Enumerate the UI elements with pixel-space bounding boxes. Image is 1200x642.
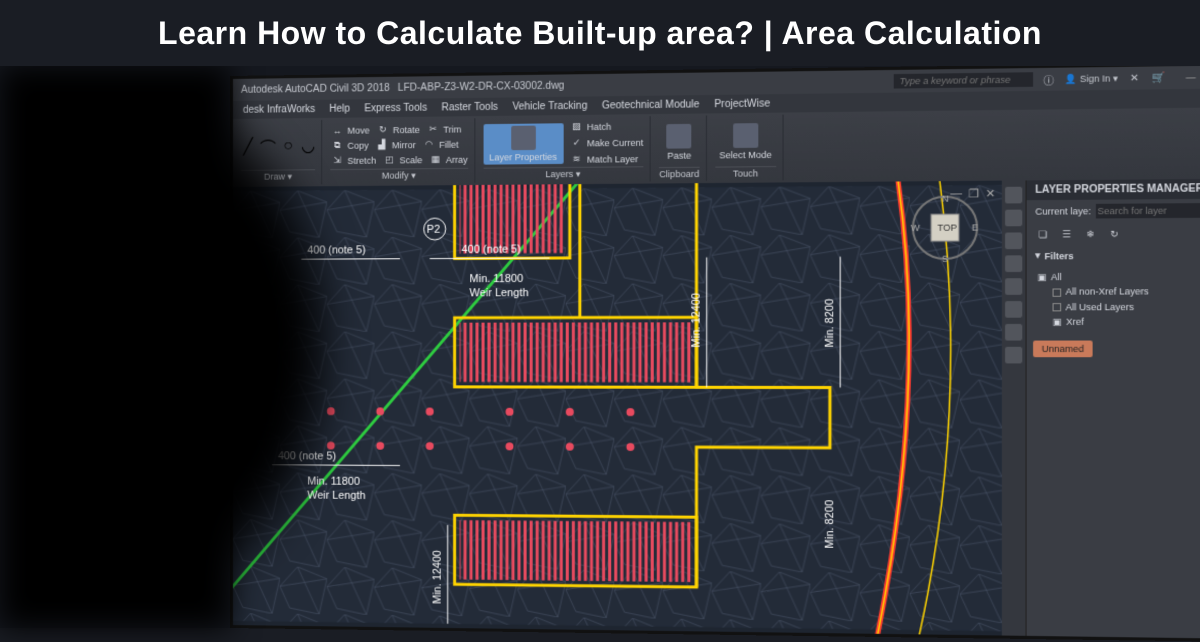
hatch-icon: ▨ xyxy=(569,119,583,133)
tree-node-non-xref[interactable]: All non-Xref Layers xyxy=(1037,284,1200,300)
svg-text:Min. 12400: Min. 12400 xyxy=(432,550,444,604)
cart-icon[interactable]: 🛒 xyxy=(1151,70,1166,85)
tool-rotate[interactable]: ↻Rotate xyxy=(376,122,420,137)
match-layer-icon: ≋ xyxy=(569,152,583,166)
tree-node-xref[interactable]: ▣ Xref xyxy=(1037,314,1200,329)
select-mode-button[interactable]: Select Mode xyxy=(715,121,776,163)
palette-tool-3[interactable] xyxy=(1005,232,1022,249)
ribbon-group-clipboard: Paste Clipboard xyxy=(653,116,707,182)
paste-icon xyxy=(667,124,692,149)
menu-raster-tools[interactable]: Raster Tools xyxy=(441,101,498,113)
group-label-clipboard: Clipboard xyxy=(659,167,699,180)
svg-text:Weir Length: Weir Length xyxy=(470,287,529,299)
drawing-svg: P2 400 (note 5) 400 (note 5) 400 (note 5… xyxy=(233,181,1002,636)
svg-text:N: N xyxy=(942,193,949,203)
mirror-icon: ▟ xyxy=(375,138,389,152)
signin-button[interactable]: 👤 Sign In ▾ xyxy=(1065,73,1118,85)
person-silhouette xyxy=(0,66,340,628)
drawing-canvas[interactable]: — ❐ ✕ xyxy=(233,181,1002,636)
make-current-icon: ✓ xyxy=(569,136,583,150)
palette-tool-8[interactable] xyxy=(1005,347,1022,364)
layer-states-icon[interactable]: ☰ xyxy=(1059,227,1074,242)
current-layer-label: Current laye: xyxy=(1035,206,1091,217)
layer-search-input[interactable] xyxy=(1095,203,1200,219)
layer-properties-button[interactable]: Layer Properties xyxy=(483,123,563,164)
group-label-modify[interactable]: Modify ▾ xyxy=(330,168,468,182)
trim-icon: ✂ xyxy=(426,122,440,136)
overlay-title-text: Learn How to Calculate Built-up area? | … xyxy=(158,15,1042,52)
palette-tool-5[interactable] xyxy=(1005,278,1022,295)
app-document: LFD-ABP-Z3-W2-DR-CX-03002.dwg xyxy=(398,80,565,93)
workspace: — ❐ ✕ xyxy=(233,179,1200,639)
array-icon: ▦ xyxy=(429,152,443,166)
palette-tool-1[interactable] xyxy=(1005,187,1022,204)
paste-button[interactable]: Paste xyxy=(659,122,699,163)
monitor: Autodesk AutoCAD Civil 3D 2018 LFD-ABP-Z… xyxy=(230,62,1200,642)
ribbon-group-layers: Layer Properties ▨Hatch ✓Make Current ≋M… xyxy=(477,116,651,183)
tree-node-used[interactable]: All Used Layers xyxy=(1037,299,1200,314)
freeze-icon[interactable]: ❄ xyxy=(1083,227,1098,242)
palette-tool-6[interactable] xyxy=(1005,301,1022,318)
menu-vehicle-tracking[interactable]: Vehicle Tracking xyxy=(512,100,587,112)
refresh-icon[interactable]: ↻ xyxy=(1107,227,1122,242)
svg-text:400 (note 5): 400 (note 5) xyxy=(462,243,521,255)
palette-tool-2[interactable] xyxy=(1005,210,1022,227)
exchange-icon[interactable]: ✕ xyxy=(1127,71,1142,86)
tree-node-all[interactable]: ▣ All xyxy=(1037,269,1200,285)
scale-icon: ◰ xyxy=(382,153,396,167)
scene: Autodesk AutoCAD Civil 3D 2018 LFD-ABP-Z… xyxy=(0,66,1200,628)
tool-trim[interactable]: ✂Trim xyxy=(426,122,461,137)
tool-hatch[interactable]: ▨Hatch xyxy=(569,119,643,134)
layers-icon xyxy=(511,125,536,150)
tool-scale[interactable]: ◰Scale xyxy=(382,153,422,168)
menu-projectwise[interactable]: ProjectWise xyxy=(714,98,770,110)
view-cube[interactable]: TOP N S E W xyxy=(908,191,983,264)
rotate-icon: ↻ xyxy=(376,123,390,137)
svg-text:Min. 8200: Min. 8200 xyxy=(824,500,837,549)
right-tool-palette xyxy=(1002,180,1026,635)
tool-match-layer[interactable]: ≋Match Layer xyxy=(569,151,643,166)
new-layer-icon[interactable]: ❏ xyxy=(1035,227,1050,242)
ribbon-group-touch: Select Mode Touch xyxy=(709,115,784,181)
fillet-icon: ◠ xyxy=(422,137,436,151)
info-icon[interactable]: ⓘ xyxy=(1041,72,1056,87)
filter-tree: ▣ All All non-Xref Layers All Used Layer… xyxy=(1027,265,1200,334)
tool-mirror[interactable]: ▟Mirror xyxy=(375,138,416,153)
svg-text:E: E xyxy=(972,222,978,232)
palette-tool-7[interactable] xyxy=(1005,324,1022,341)
palette-tool-4[interactable] xyxy=(1005,255,1022,272)
tool-make-current[interactable]: ✓Make Current xyxy=(569,135,643,150)
svg-text:Min. 8200: Min. 8200 xyxy=(824,299,837,348)
svg-text:TOP: TOP xyxy=(937,222,957,232)
group-label-layers[interactable]: Layers ▾ xyxy=(483,166,643,181)
overlay-title: Learn How to Calculate Built-up area? | … xyxy=(0,0,1200,66)
menu-geotechnical[interactable]: Geotechnical Module xyxy=(602,99,700,111)
filters-header[interactable]: ▾Filters xyxy=(1027,245,1200,266)
menu-express-tools[interactable]: Express Tools xyxy=(364,102,427,114)
layer-properties-panel: LAYER PROPERTIES MANAGER ✕ Current laye:… xyxy=(1026,179,1200,639)
minimize-button[interactable]: — xyxy=(1186,72,1196,84)
svg-text:W: W xyxy=(911,223,921,233)
ribbon: ╱ ⌒ ○ ◡ Draw ▾ ↔Move ↻Rotate ✂Trim ⧉Copy xyxy=(233,107,1200,187)
tool-array[interactable]: ▦Array xyxy=(429,152,468,167)
viewport-close-icon[interactable]: ✕ xyxy=(985,187,995,201)
layer-chip-unnamed[interactable]: Unnamed xyxy=(1033,340,1093,357)
ribbon-group-modify: ↔Move ↻Rotate ✂Trim ⧉Copy ▟Mirror ◠Fille… xyxy=(324,118,475,184)
group-label-touch: Touch xyxy=(715,166,776,179)
help-search-input[interactable] xyxy=(893,72,1032,88)
panel-title: LAYER PROPERTIES MANAGER ✕ xyxy=(1027,179,1200,201)
svg-text:Min. 12400: Min. 12400 xyxy=(690,293,703,347)
svg-text:S: S xyxy=(942,254,948,264)
tool-fillet[interactable]: ◠Fillet xyxy=(422,137,459,152)
select-mode-icon xyxy=(733,123,758,148)
svg-text:Min. 11800: Min. 11800 xyxy=(470,273,524,285)
svg-text:P2: P2 xyxy=(427,224,440,236)
